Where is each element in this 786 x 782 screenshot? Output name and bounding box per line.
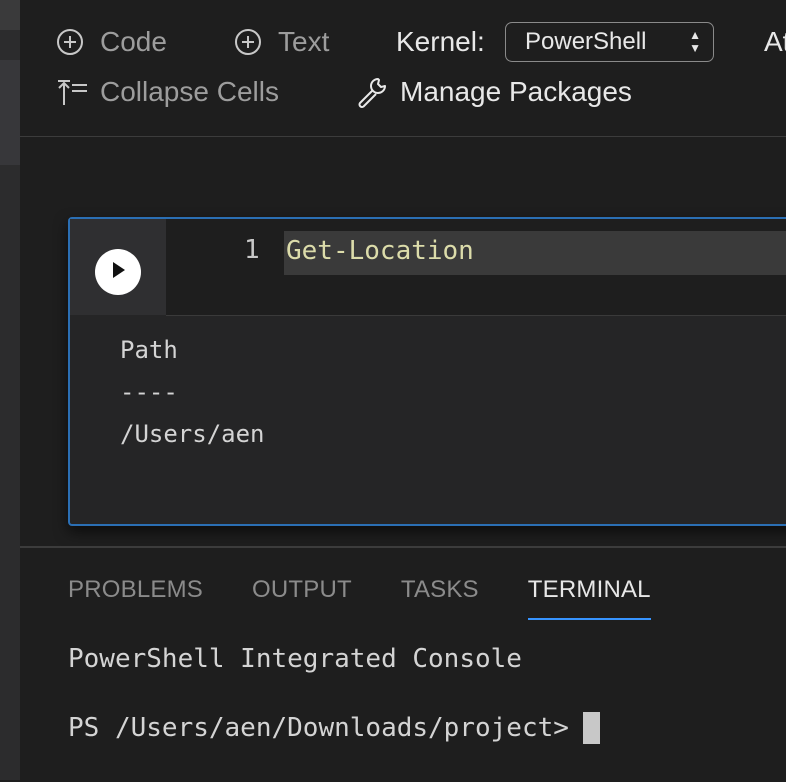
activity-bar-item[interactable] xyxy=(0,0,20,30)
tab-tasks[interactable]: TASKS xyxy=(401,576,479,620)
play-icon xyxy=(110,261,126,284)
terminal-cursor xyxy=(582,712,600,744)
panel-tabs: PROBLEMS OUTPUT TASKS TERMINAL xyxy=(68,576,700,620)
terminal-prompt: PS /Users/aen/Downloads/project> xyxy=(68,713,569,743)
add-text-button[interactable]: Text xyxy=(234,26,329,58)
collapse-cells-label: Collapse Cells xyxy=(100,76,279,107)
code-editor[interactable]: 1 Get-Location xyxy=(166,219,786,316)
collapse-icon xyxy=(56,77,88,107)
add-circle-icon xyxy=(56,28,84,56)
add-code-button[interactable]: Code xyxy=(56,26,167,58)
tab-problems[interactable]: PROBLEMS xyxy=(68,576,203,620)
cell-output: Path ---- /Users/aen xyxy=(120,329,265,455)
manage-packages-label: Manage Packages xyxy=(400,76,632,107)
kernel-select-value: PowerShell xyxy=(525,28,647,55)
collapse-cells-button[interactable]: Collapse Cells xyxy=(56,76,279,108)
tab-terminal[interactable]: TERMINAL xyxy=(527,576,651,620)
code-line[interactable]: Get-Location xyxy=(284,231,786,275)
attach-to-label: At xyxy=(764,26,786,57)
run-gutter xyxy=(70,219,166,315)
notebook-area: 1 Get-Location Path ---- /Users/aen xyxy=(20,137,786,546)
code-cell[interactable]: 1 Get-Location Path ---- /Users/aen xyxy=(68,217,786,526)
activity-bar-item[interactable] xyxy=(0,60,20,165)
add-circle-icon xyxy=(234,28,262,56)
activity-bar xyxy=(0,0,20,780)
manage-packages-button[interactable]: Manage Packages xyxy=(356,76,632,108)
output-line: Path xyxy=(120,336,178,364)
output-line: /Users/aen xyxy=(120,420,265,448)
select-arrows-icon: ▲ ▼ xyxy=(689,28,701,55)
wrench-icon xyxy=(356,76,388,108)
output-line: ---- xyxy=(120,378,178,406)
notebook-toolbar: Code Text Kernel: PowerShell ▲▼ At Colla… xyxy=(20,0,786,137)
add-text-label: Text xyxy=(278,26,330,57)
kernel-label: Kernel: xyxy=(396,26,485,57)
bottom-panel: PROBLEMS OUTPUT TASKS TERMINAL PowerShel… xyxy=(20,546,786,782)
tab-output[interactable]: OUTPUT xyxy=(252,576,352,620)
add-code-label: Code xyxy=(100,26,167,57)
kernel-select[interactable]: PowerShell ▲ ▼ xyxy=(505,22,714,62)
run-cell-button[interactable] xyxy=(95,249,141,295)
terminal-title: PowerShell Integrated Console xyxy=(68,644,522,674)
line-number: 1 xyxy=(244,235,260,265)
terminal-prompt-line[interactable]: PS /Users/aen/Downloads/project> xyxy=(68,712,600,744)
